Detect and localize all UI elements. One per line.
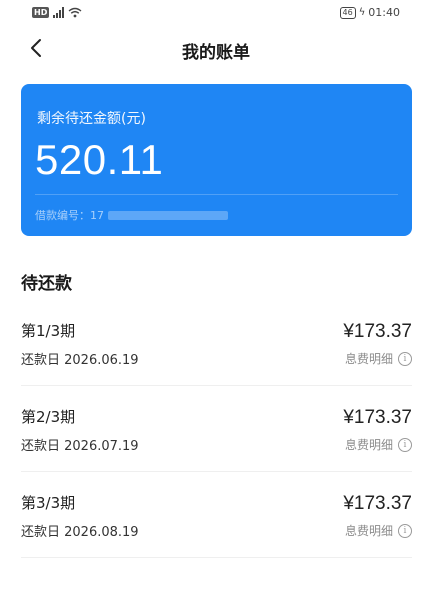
installment-due-date: 还款日 2026.08.19: [21, 525, 139, 540]
fee-detail-link[interactable]: 息费明细 i: [345, 522, 412, 539]
battery-icon: 46: [339, 6, 356, 19]
fee-detail-label: 息费明细: [344, 524, 393, 538]
charging-icon: ϟ: [358, 7, 366, 18]
signal-icon: [53, 7, 65, 18]
status-bar: HD 46 ϟ 01:40: [0, 0, 432, 26]
installment-row[interactable]: 第2/3期 还款日 2026.07.19 ¥173.37 息费明细 i: [21, 386, 412, 472]
wifi-icon: [68, 7, 82, 18]
installment-list: 第1/3期 还款日 2026.06.19 ¥173.37 息费明细 i 第2/3…: [21, 300, 412, 558]
installment-amount: ¥173.37: [343, 407, 412, 428]
loan-number-label: 借款编号：: [35, 209, 90, 222]
status-bar-left: HD: [32, 7, 82, 18]
balance-card: 剩余待还金额(元) 520.11 借款编号： 17: [21, 84, 412, 236]
info-icon[interactable]: i: [398, 351, 412, 366]
installment-row[interactable]: 第1/3期 还款日 2026.06.19 ¥173.37 息费明细 i: [21, 300, 412, 386]
loan-number-mask: [108, 210, 228, 220]
fee-detail-link[interactable]: 息费明细 i: [345, 436, 412, 453]
status-bar-right: 46 ϟ 01:40: [339, 6, 400, 19]
hd-badge: HD: [32, 7, 50, 18]
fee-detail-link[interactable]: 息费明细 i: [345, 350, 412, 367]
status-time: 01:40: [368, 6, 400, 19]
remaining-amount-value: 520.11: [35, 136, 164, 183]
installment-period: 第3/3期: [21, 494, 76, 512]
loan-number: 借款编号： 17: [35, 207, 228, 223]
installment-period: 第1/3期: [21, 322, 76, 340]
installment-amount: ¥173.37: [343, 321, 412, 342]
info-icon[interactable]: i: [398, 437, 412, 452]
remaining-amount-label: 剩余待还金额(元): [37, 111, 146, 127]
nav-bar: 我的账单: [0, 26, 432, 70]
installment-row[interactable]: 第3/3期 还款日 2026.08.19 ¥173.37 息费明细 i: [21, 472, 412, 558]
info-icon[interactable]: i: [398, 523, 412, 538]
card-divider: [35, 194, 398, 195]
installment-amount: ¥173.37: [343, 493, 412, 514]
installment-due-date: 还款日 2026.07.19: [21, 439, 139, 454]
fee-detail-label: 息费明细: [344, 352, 393, 366]
fee-detail-label: 息费明细: [344, 438, 393, 452]
installment-due-date: 还款日 2026.06.19: [21, 353, 139, 368]
loan-number-prefix: 17: [90, 208, 104, 222]
section-title-pending: 待还款: [21, 274, 72, 294]
page-title: 我的账单: [182, 43, 250, 63]
installment-period: 第2/3期: [21, 408, 76, 426]
